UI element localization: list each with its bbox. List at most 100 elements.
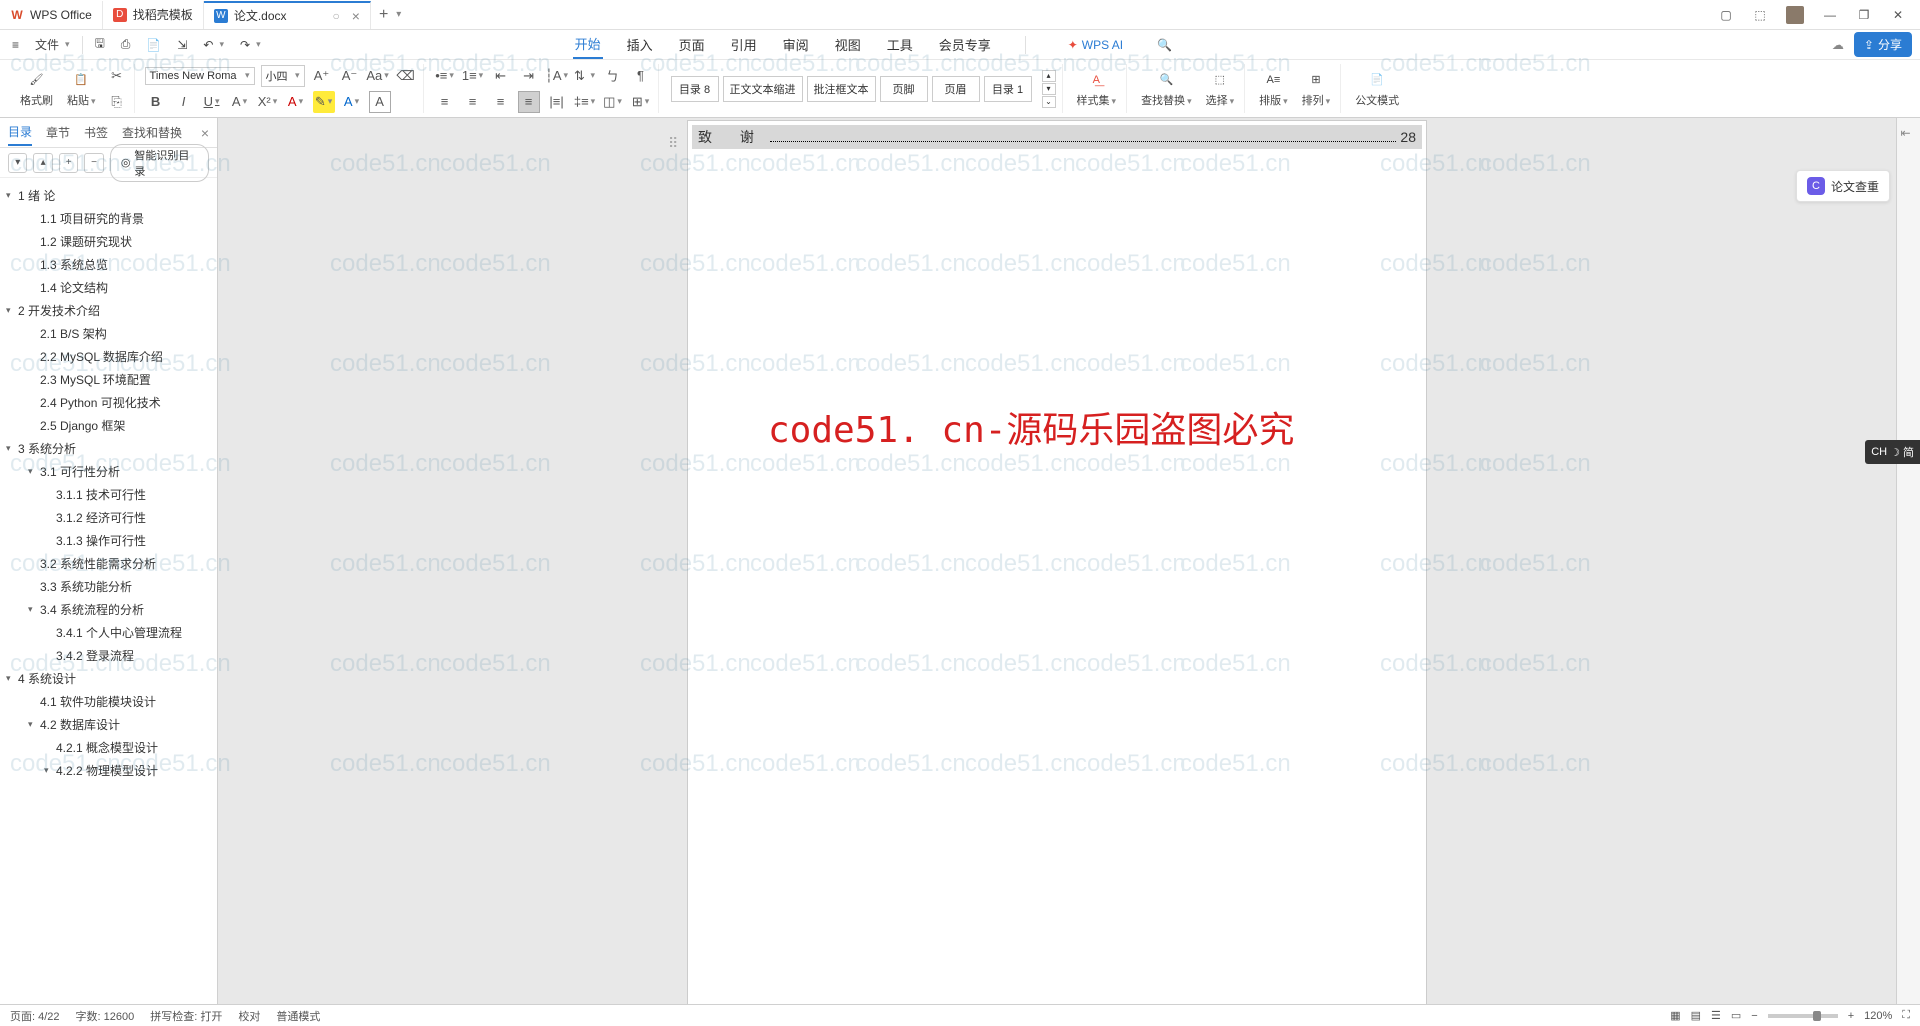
shading-button[interactable]: ◫▾ bbox=[602, 91, 624, 113]
bold-button[interactable]: B bbox=[145, 91, 167, 113]
avatar-icon[interactable] bbox=[1786, 6, 1804, 24]
style-gallery[interactable]: 目录 8 正文文本缩进 批注框文本 页脚 页眉 目录 1 bbox=[669, 76, 1034, 102]
view-print-icon[interactable]: ▦ bbox=[1670, 1009, 1680, 1022]
caret-down-icon[interactable]: ▾ bbox=[28, 719, 33, 730]
tab-page[interactable]: 页面 bbox=[677, 31, 707, 58]
save-icon[interactable]: 🖫 bbox=[91, 32, 109, 57]
paste-button[interactable]: 📋 粘贴▾ bbox=[63, 70, 100, 108]
fit-icon[interactable]: ⛶ bbox=[1902, 1009, 1910, 1022]
layout-button[interactable]: A≡ 排版▾ bbox=[1255, 70, 1292, 108]
nav-tab-chapter[interactable]: 章节 bbox=[46, 120, 70, 145]
outline-item[interactable]: 3.4.1 个人中心管理流程 bbox=[0, 621, 217, 644]
format-brush-button[interactable]: 🖌 格式刷 bbox=[16, 70, 57, 108]
align-left-button[interactable]: ≡ bbox=[434, 91, 456, 113]
file-menu-button[interactable]: 文件▾ bbox=[31, 34, 74, 55]
paper-check-button[interactable]: C 论文查重 bbox=[1796, 170, 1890, 202]
style-toc8[interactable]: 目录 8 bbox=[671, 76, 719, 102]
print-icon[interactable]: 📄 bbox=[142, 36, 165, 54]
font-color2-button[interactable]: A▾ bbox=[341, 91, 363, 113]
outline-item[interactable]: 1.3 系统总览 bbox=[0, 253, 217, 276]
zoom-slider[interactable] bbox=[1768, 1014, 1838, 1018]
view-outline-icon[interactable]: ☰ bbox=[1711, 1009, 1721, 1022]
tab-reference[interactable]: 引用 bbox=[729, 31, 759, 58]
caret-down-icon[interactable]: ▾ bbox=[6, 673, 11, 684]
outline-item[interactable]: ▾1 绪 论 bbox=[0, 184, 217, 207]
search-icon[interactable]: 🔍 bbox=[1157, 38, 1172, 52]
outline-item[interactable]: 2.5 Django 框架 bbox=[0, 414, 217, 437]
arrange-button[interactable]: ⊞ 排列▾ bbox=[1298, 70, 1335, 108]
decrease-font-icon[interactable]: A⁻ bbox=[339, 65, 361, 87]
ime-badge[interactable]: CH ☽ 简 bbox=[1865, 440, 1920, 464]
decrease-indent-button[interactable]: ⇤ bbox=[490, 65, 512, 87]
smart-outline-button[interactable]: ◎ 智能识别目录 bbox=[110, 144, 209, 182]
outline-add-icon[interactable]: + bbox=[59, 153, 78, 173]
select-button[interactable]: ⬚ 选择▾ bbox=[1202, 70, 1239, 108]
caret-down-icon[interactable]: ▾ bbox=[6, 443, 11, 454]
cloud-icon[interactable]: ☁ bbox=[1832, 38, 1844, 52]
window-box-icon[interactable]: ▢ bbox=[1718, 7, 1734, 23]
outline-item[interactable]: 3.1.3 操作可行性 bbox=[0, 529, 217, 552]
outline-item[interactable]: 3.4.2 登录流程 bbox=[0, 644, 217, 667]
distribute-button[interactable]: |≡| bbox=[546, 91, 568, 113]
status-proof[interactable]: 校对 bbox=[238, 1008, 260, 1024]
outline-item[interactable]: 4.1 软件功能模块设计 bbox=[0, 690, 217, 713]
increase-indent-button[interactable]: ⇥ bbox=[518, 65, 540, 87]
find-replace-button[interactable]: 🔍 查找替换▾ bbox=[1137, 70, 1196, 108]
rail-expand-icon[interactable]: ⇤ bbox=[1901, 126, 1917, 142]
align-right-button[interactable]: ≡ bbox=[490, 91, 512, 113]
style-header[interactable]: 页眉 bbox=[932, 76, 980, 102]
print-preview-icon[interactable]: ⎙ bbox=[117, 35, 135, 54]
style-scroll-down-icon[interactable]: ▾ bbox=[1042, 83, 1056, 95]
add-tab-button[interactable]: + bbox=[371, 6, 396, 24]
view-read-icon[interactable]: ▭ bbox=[1731, 1009, 1741, 1022]
style-set-button[interactable]: A͟ 样式集▾ bbox=[1073, 70, 1121, 108]
cut-icon[interactable]: ✂ bbox=[106, 65, 128, 87]
text-direction-button[interactable]: ┆A▾ bbox=[546, 65, 568, 87]
gov-mode-button[interactable]: 📄 公文模式 bbox=[1351, 70, 1403, 108]
nav-tab-bookmark[interactable]: 书签 bbox=[84, 120, 108, 145]
font-name-select[interactable]: Times New Roma▾ bbox=[145, 67, 255, 85]
outline-item[interactable]: 2.3 MySQL 环境配置 bbox=[0, 368, 217, 391]
caret-down-icon[interactable]: ▾ bbox=[6, 305, 11, 316]
tab-template[interactable]: D 找稻壳模板 bbox=[103, 1, 204, 29]
font-color-button[interactable]: A▾ bbox=[285, 91, 307, 113]
caret-down-icon[interactable]: ▾ bbox=[28, 466, 33, 477]
outline-item[interactable]: ▾2 开发技术介绍 bbox=[0, 299, 217, 322]
zoom-value[interactable]: 120% bbox=[1864, 1010, 1892, 1022]
increase-font-icon[interactable]: A⁺ bbox=[311, 65, 333, 87]
pinyin-button[interactable]: ㄅ bbox=[602, 65, 624, 87]
status-readmode[interactable]: 普通模式 bbox=[276, 1008, 320, 1024]
wps-ai-button[interactable]: ✦ WPS AI bbox=[1068, 38, 1123, 52]
drag-handle-icon[interactable]: ⠿ bbox=[668, 135, 678, 152]
outline-item[interactable]: 3.2 系统性能需求分析 bbox=[0, 552, 217, 575]
outline-item[interactable]: 2.2 MySQL 数据库介绍 bbox=[0, 345, 217, 368]
outline-item[interactable]: 3.1.1 技术可行性 bbox=[0, 483, 217, 506]
font-size-select[interactable]: 小四▾ bbox=[261, 65, 305, 87]
close-icon[interactable]: × bbox=[352, 8, 360, 24]
style-expand-icon[interactable]: ⌄ bbox=[1042, 96, 1056, 108]
redo-icon[interactable]: ↷▾ bbox=[236, 36, 265, 54]
tab-view[interactable]: 视图 bbox=[833, 31, 863, 58]
align-justify-button[interactable]: ≡ bbox=[518, 91, 540, 113]
bullets-button[interactable]: •≡▾ bbox=[434, 65, 456, 87]
highlight-button[interactable]: ✎▾ bbox=[313, 91, 335, 113]
zoom-in-icon[interactable]: + bbox=[1848, 1010, 1854, 1022]
nav-tab-find[interactable]: 查找和替换 bbox=[122, 120, 182, 145]
change-case-icon[interactable]: Aa▾ bbox=[367, 65, 389, 87]
hamburger-icon[interactable]: ≡ bbox=[8, 36, 23, 54]
outline-item[interactable]: 4.2.1 概念模型设计 bbox=[0, 736, 217, 759]
outline-item[interactable]: 2.4 Python 可视化技术 bbox=[0, 391, 217, 414]
status-spell[interactable]: 拼写检查: 打开 bbox=[150, 1008, 222, 1024]
tab-review[interactable]: 审阅 bbox=[781, 31, 811, 58]
tab-member[interactable]: 会员专享 bbox=[937, 31, 993, 58]
underline-button[interactable]: U▾ bbox=[201, 91, 223, 113]
tab-dropdown-icon[interactable]: ▾ bbox=[396, 9, 401, 20]
export-icon[interactable]: ⇲ bbox=[173, 36, 191, 54]
outline-item[interactable]: ▾3 系统分析 bbox=[0, 437, 217, 460]
show-marks-button[interactable]: ¶ bbox=[630, 65, 652, 87]
copy-icon[interactable]: ⎘ bbox=[106, 91, 128, 113]
document-area[interactable]: ⠿ 致 谢 28 code51. cn-源码乐园盗图必究 bbox=[218, 118, 1896, 1004]
tab-insert[interactable]: 插入 bbox=[625, 31, 655, 58]
tab-tools[interactable]: 工具 bbox=[885, 31, 915, 58]
outline-item[interactable]: 1.1 项目研究的背景 bbox=[0, 207, 217, 230]
